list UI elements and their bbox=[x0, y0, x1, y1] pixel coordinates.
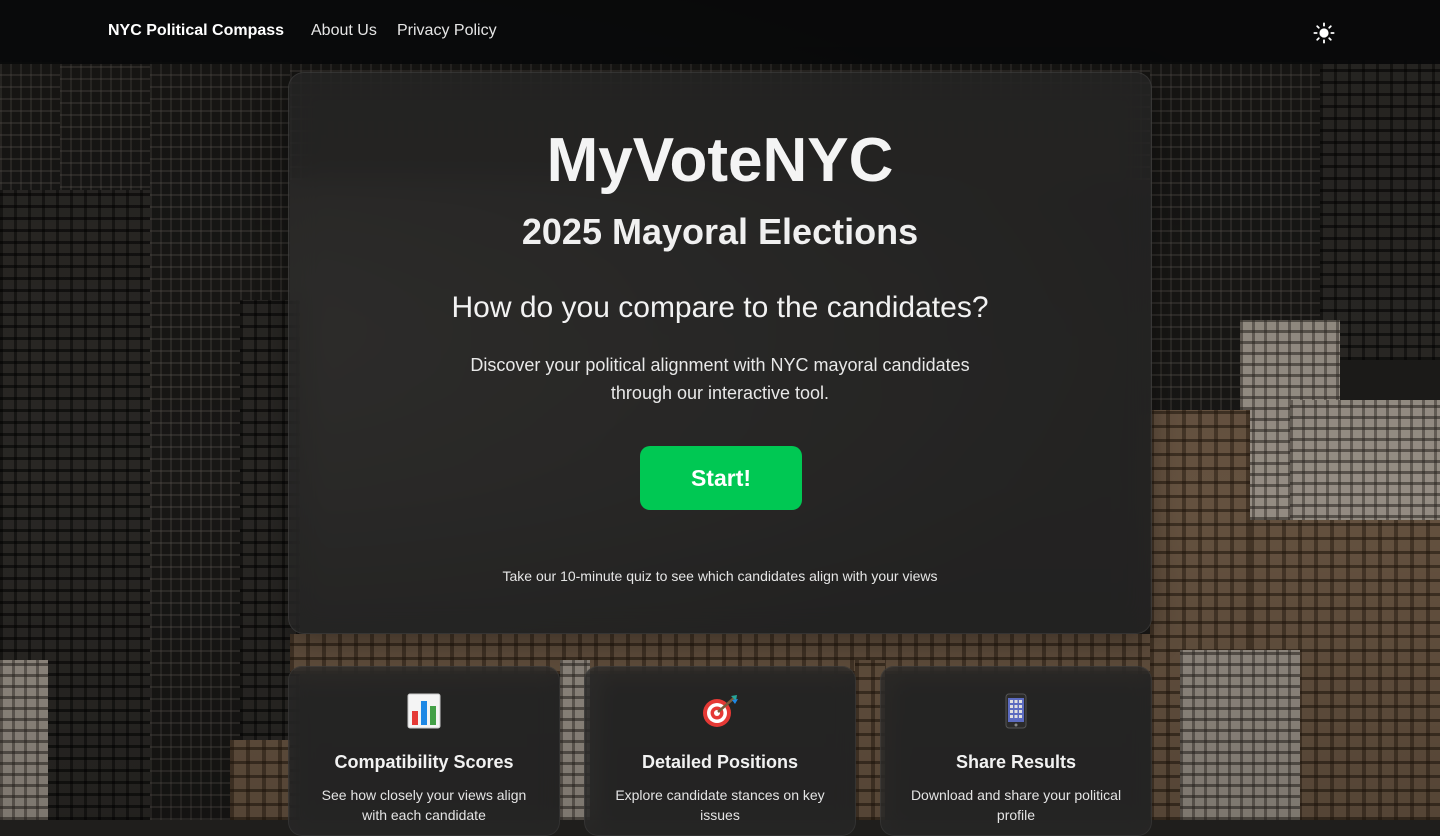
hero-subtitle: 2025 Mayoral Elections bbox=[521, 211, 919, 252]
hero-card: MyVoteNYC 2025 Mayoral Elections How do … bbox=[288, 72, 1152, 634]
feature-title: Share Results bbox=[955, 752, 1077, 772]
feature-description: Explore candidate stances on key issues bbox=[615, 787, 825, 823]
feature-description: Download and share your political profil… bbox=[910, 787, 1122, 823]
sun-icon bbox=[1313, 22, 1335, 44]
hero-question: How do you compare to the candidates? bbox=[451, 291, 989, 324]
hero-note: Take our 10-minute quiz to see which can… bbox=[502, 568, 938, 584]
feature-title: Detailed Positions bbox=[641, 752, 799, 772]
theme-toggle-button[interactable] bbox=[1312, 21, 1336, 45]
target-icon bbox=[703, 695, 738, 727]
brand-link[interactable]: NYC Political Compass bbox=[108, 22, 284, 40]
feature-description: See how closely your views align with ea… bbox=[321, 787, 527, 823]
phone-icon bbox=[1005, 693, 1027, 729]
start-button[interactable]: Start! bbox=[640, 446, 802, 510]
hero-description: Discover your political alignment with N… bbox=[470, 355, 970, 403]
feature-card-compatibility: Compatibility Scores See how closely you… bbox=[288, 666, 560, 836]
feature-card-share: Share Results Download and share your po… bbox=[880, 666, 1152, 836]
feature-title: Compatibility Scores bbox=[334, 752, 514, 772]
nav-about-us-link[interactable]: About Us bbox=[311, 22, 377, 40]
top-navbar: NYC Political Compass About Us Privacy P… bbox=[0, 0, 1440, 64]
nav-privacy-policy-link[interactable]: Privacy Policy bbox=[397, 22, 497, 40]
feature-card-positions: Detailed Positions Explore candidate sta… bbox=[584, 666, 856, 836]
bar-chart-icon bbox=[407, 693, 441, 729]
hero-title: MyVoteNYC bbox=[546, 126, 894, 195]
